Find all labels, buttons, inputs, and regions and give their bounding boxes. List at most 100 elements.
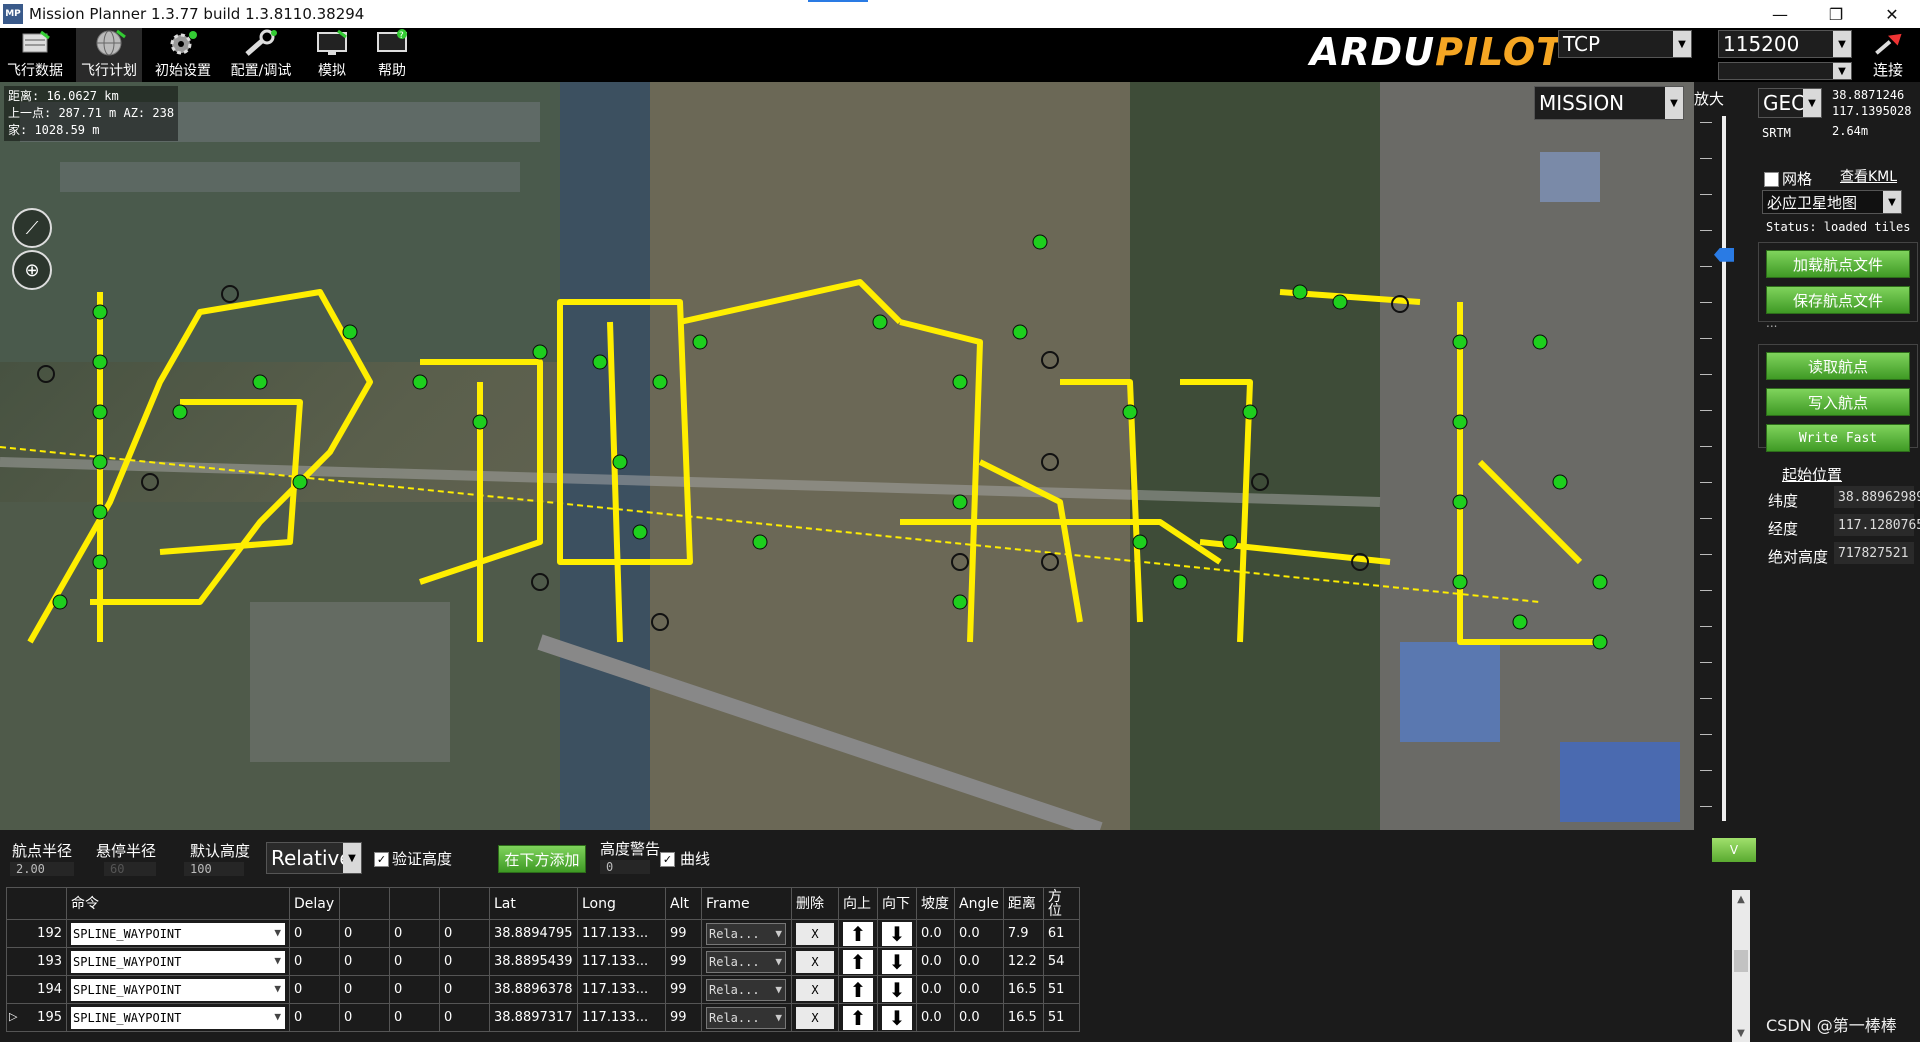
row-index[interactable]: ▷ 195 [6, 1003, 67, 1032]
down-cell[interactable]: ⬇ [877, 1003, 917, 1032]
map-provider-select[interactable]: 必应卫星地图 ▼ [1762, 190, 1902, 214]
lon-cell[interactable]: 117.133... [577, 1003, 666, 1032]
param3-cell[interactable]: 0 [389, 975, 440, 1004]
command-select[interactable]: SPLINE_WAYPOINT ▼ [71, 950, 285, 973]
map-view[interactable]: 距离: 16.0627 km 上一点: 287.71 m AZ: 238 家: … [0, 82, 1694, 830]
collapse-button[interactable]: V [1712, 838, 1756, 862]
wp-radius-input[interactable]: 2.00 [10, 862, 74, 876]
home-lon-field[interactable]: 117.1280765 [1834, 514, 1920, 536]
arrow-up-icon[interactable]: ⬆ [843, 1005, 873, 1030]
home-lat-field[interactable]: 38.88962989 [1834, 486, 1920, 508]
arrow-down-icon[interactable]: ⬇ [882, 949, 912, 974]
down-cell[interactable]: ⬇ [877, 919, 917, 948]
zoom-search-icon[interactable]: ⊕ [12, 250, 52, 290]
param2-cell[interactable]: 0 [339, 1003, 390, 1032]
param2-cell[interactable]: 0 [339, 947, 390, 976]
write-fast-button[interactable]: Write Fast [1766, 424, 1910, 452]
arrow-down-icon[interactable]: ⬇ [882, 977, 912, 1002]
up-cell[interactable]: ⬆ [838, 1003, 878, 1032]
row-index[interactable]: 192 [6, 919, 67, 948]
header-down[interactable]: 向下 [877, 887, 917, 920]
row-index[interactable]: 194 [6, 975, 67, 1004]
alt-cell[interactable]: 99 [665, 919, 702, 948]
frame-cell[interactable]: Rela... ▼ [701, 919, 792, 948]
delay-cell[interactable]: 0 [289, 975, 340, 1004]
lon-cell[interactable]: 117.133... [577, 947, 666, 976]
baud-rate-select[interactable]: 115200 ▼ [1718, 30, 1852, 58]
command-cell[interactable]: SPLINE_WAYPOINT ▼ [66, 919, 290, 948]
header-p2[interactable] [339, 887, 390, 920]
frame-cell[interactable]: Rela... ▼ [701, 1003, 792, 1032]
table-row[interactable]: 194 SPLINE_WAYPOINT ▼ 0 0 0 0 38.8896378 … [6, 975, 1080, 1004]
lat-cell[interactable]: 38.8896378 [489, 975, 578, 1004]
header-up[interactable]: 向上 [838, 887, 878, 920]
param2-cell[interactable]: 0 [339, 919, 390, 948]
frame-select[interactable]: Rela... ▼ [706, 950, 786, 973]
frame-select[interactable]: Rela... ▼ [706, 978, 786, 1001]
initial-setup-button[interactable]: 初始设置 [150, 28, 216, 82]
lat-cell[interactable]: 38.8895439 [489, 947, 578, 976]
loiter-radius-input[interactable]: 60 [104, 862, 156, 876]
zoom-slider-track[interactable] [1722, 116, 1726, 821]
home-alt-field[interactable]: 717827521 [1834, 542, 1914, 564]
header-p3[interactable] [389, 887, 440, 920]
alt-cell[interactable]: 99 [665, 1003, 702, 1032]
close-button[interactable]: ✕ [1864, 0, 1920, 28]
scroll-up-icon[interactable]: ▲ [1732, 890, 1750, 908]
command-cell[interactable]: SPLINE_WAYPOINT ▼ [66, 947, 290, 976]
command-cell[interactable]: SPLINE_WAYPOINT ▼ [66, 975, 290, 1004]
delay-cell[interactable]: 0 [289, 947, 340, 976]
alt-cell[interactable]: 99 [665, 975, 702, 1004]
home-location-title[interactable]: 起始位置 [1782, 464, 1842, 485]
row-index[interactable]: 193 [6, 947, 67, 976]
delete-cell[interactable]: X [791, 975, 839, 1004]
add-below-button[interactable]: 在下方添加 [498, 845, 586, 873]
lon-cell[interactable]: 117.133... [577, 975, 666, 1004]
frame-select[interactable]: Rela... ▼ [706, 1006, 786, 1029]
alt-frame-select[interactable]: Relative ▼ [266, 842, 362, 874]
delete-button[interactable]: X [796, 1006, 834, 1029]
view-kml-link[interactable]: 查看KML [1840, 166, 1897, 186]
verify-alt-checkbox[interactable]: ✓ [374, 852, 389, 867]
param4-cell[interactable]: 0 [439, 975, 490, 1004]
lat-cell[interactable]: 38.8894795 [489, 919, 578, 948]
header-command[interactable]: 命令 [66, 887, 290, 920]
coord-type-select[interactable]: GEC ▼ [1758, 88, 1822, 118]
param4-cell[interactable]: 0 [439, 919, 490, 948]
connect-button[interactable]: 连接 [1862, 30, 1914, 80]
arrow-up-icon[interactable]: ⬆ [843, 977, 873, 1002]
table-row[interactable]: 192 SPLINE_WAYPOINT ▼ 0 0 0 0 38.8894795 … [6, 919, 1080, 948]
command-cell[interactable]: SPLINE_WAYPOINT ▼ [66, 1003, 290, 1032]
arrow-up-icon[interactable]: ⬆ [843, 949, 873, 974]
load-waypoint-file-button[interactable]: 加载航点文件 [1766, 250, 1910, 278]
mission-mode-select[interactable]: MISSION ▼ [1534, 86, 1684, 120]
header-p4[interactable] [439, 887, 490, 920]
param3-cell[interactable]: 0 [389, 947, 440, 976]
help-button[interactable]: ? 帮助 [364, 28, 420, 82]
write-waypoints-button[interactable]: 写入航点 [1766, 388, 1910, 416]
param3-cell[interactable]: 0 [389, 1003, 440, 1032]
header-lat[interactable]: Lat [489, 887, 578, 920]
command-select[interactable]: SPLINE_WAYPOINT ▼ [71, 922, 285, 945]
command-select[interactable]: SPLINE_WAYPOINT ▼ [71, 1006, 285, 1029]
more-dots[interactable]: ... [1766, 316, 1777, 330]
up-cell[interactable]: ⬆ [838, 975, 878, 1004]
maximize-button[interactable]: ❐ [1808, 0, 1864, 28]
table-row[interactable]: ▷ 195 SPLINE_WAYPOINT ▼ 0 0 0 0 38.8897317… [6, 1003, 1080, 1032]
flight-plan-button[interactable]: 飞行计划 [76, 28, 142, 82]
header-long[interactable]: Long [577, 887, 666, 920]
default-alt-input[interactable]: 100 [184, 862, 244, 876]
delay-cell[interactable]: 0 [289, 919, 340, 948]
config-tuning-button[interactable]: 配置/调试 [224, 28, 298, 82]
delay-cell[interactable]: 0 [289, 1003, 340, 1032]
delete-button[interactable]: X [796, 950, 834, 973]
alt-warn-input[interactable]: 0 [600, 860, 650, 874]
header-azimuth[interactable]: 方位 [1042, 887, 1080, 920]
frame-cell[interactable]: Rela... ▼ [701, 975, 792, 1004]
command-select[interactable]: SPLINE_WAYPOINT ▼ [71, 978, 285, 1001]
header-frame[interactable]: Frame [701, 887, 792, 920]
scroll-thumb[interactable] [1734, 950, 1748, 972]
header-grade[interactable]: 坡度 [916, 887, 955, 920]
param4-cell[interactable]: 0 [439, 947, 490, 976]
table-scrollbar[interactable]: ▲ ▼ [1732, 890, 1750, 1042]
